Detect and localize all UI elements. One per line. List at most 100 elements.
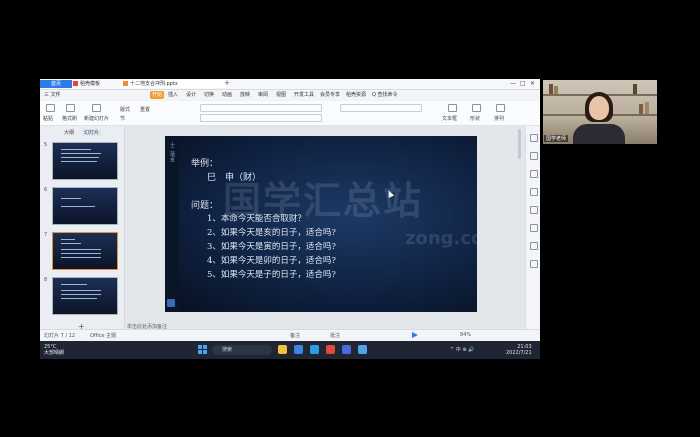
properties-icon[interactable] — [530, 134, 538, 142]
clock-date: 2022/7/21 — [506, 350, 532, 356]
slide-thumbnail[interactable] — [52, 277, 118, 315]
backup-icon[interactable] — [530, 224, 538, 232]
windows-start-icon[interactable] — [198, 345, 208, 355]
animation-pane-icon[interactable] — [530, 152, 538, 160]
format-painter-icon[interactable] — [66, 104, 75, 112]
slide-side-label: 十二地支 — [169, 142, 175, 162]
new-slide-button[interactable]: 新建幻灯片 — [84, 115, 109, 122]
menu-item-file[interactable]: 三 文件 — [44, 91, 61, 99]
ppt-file-icon — [123, 81, 128, 86]
theme-name: Office 主题 — [90, 333, 117, 339]
tab-outline[interactable]: 大纲 — [62, 129, 76, 136]
font-controls[interactable] — [200, 104, 322, 112]
vertical-scrollbar[interactable] — [518, 129, 521, 159]
help-icon[interactable] — [530, 260, 538, 268]
file-explorer-icon[interactable] — [278, 345, 287, 354]
thumb-number: 7 — [44, 232, 48, 238]
menu-item-insert[interactable]: 插入 — [168, 91, 178, 99]
slide-question-3: 3、如果今天是寅的日子，适合吗? — [207, 242, 336, 252]
slide-thumbnail-pane: 大纲 幻灯片 5 6 7 8 + — [40, 126, 125, 351]
play-slideshow-icon[interactable] — [412, 332, 418, 338]
menu-item-search[interactable]: Q 查找命令 — [372, 91, 398, 99]
slide-thumbnail[interactable] — [52, 142, 118, 180]
menu-item-animation[interactable]: 动画 — [222, 91, 232, 99]
tab-presentation-label: 十二地支合冲刑.pptx — [130, 81, 178, 87]
slide-thumbnail-selected[interactable] — [52, 232, 118, 270]
maximize-icon[interactable]: □ — [520, 80, 526, 87]
tab-docer-templates[interactable]: 稻壳模板 — [70, 80, 120, 88]
slide-corner-icon — [167, 299, 175, 307]
thumb-number: 8 — [44, 277, 48, 283]
comments-toggle-button[interactable]: 批注 — [330, 332, 340, 339]
title-tab-bar: 首页 稻壳模板 十二地支合冲刑.pptx + — □ ✕ — [40, 79, 540, 90]
share-icon[interactable] — [530, 242, 538, 250]
status-bar: 幻灯片 7 / 12 Office 主题 备注 批注 84% — [40, 329, 540, 341]
new-tab-button[interactable]: + — [224, 79, 230, 87]
right-tool-panel — [525, 126, 540, 351]
menu-item-developer[interactable]: 开发工具 — [294, 91, 314, 99]
paste-button[interactable]: 粘贴 — [43, 115, 53, 122]
menu-item-review[interactable]: 审阅 — [258, 91, 268, 99]
windows-taskbar: 25°C 大部晴朗 搜索 ^ 中 ⊕ 🔊 21:03 2022/7/21 — [40, 341, 540, 359]
paragraph-controls[interactable] — [200, 114, 322, 122]
slide-question-label: 问题： — [191, 201, 219, 211]
system-tray[interactable]: ^ 中 ⊕ 🔊 — [450, 346, 474, 353]
tab-docer-label: 稻壳模板 — [80, 81, 101, 87]
slide-question-1: 1、本命今天能否合取财？ — [207, 214, 306, 224]
menu-item-home[interactable]: 开始 — [150, 91, 165, 99]
template-icon[interactable] — [530, 206, 538, 214]
chat-app-icon[interactable] — [358, 345, 367, 354]
slide-question-4: 4、如果今天是卯的日子，适合吗? — [207, 256, 336, 266]
webcam-video-overlay: 国学老师 — [543, 80, 657, 144]
zoom-level[interactable]: 84% — [460, 332, 471, 338]
menu-item-view[interactable]: 视图 — [276, 91, 286, 99]
thumb-number: 5 — [44, 142, 48, 148]
wps-icon[interactable] — [326, 345, 335, 354]
menu-item-member[interactable]: 会员专享 — [320, 91, 340, 99]
reset-button[interactable]: 重置 — [140, 106, 150, 113]
shape-style-icon[interactable] — [530, 170, 538, 178]
arrange-button[interactable]: 排列 — [494, 115, 504, 122]
taskbar-search-box[interactable]: 搜索 — [212, 345, 272, 355]
shapes-button[interactable]: 形状 — [470, 115, 480, 122]
slide-counter: 幻灯片 7 / 12 — [44, 333, 75, 339]
watermark-url: zong.com — [405, 228, 477, 249]
menu-item-slideshow[interactable]: 放映 — [240, 91, 250, 99]
arrange-icon[interactable] — [496, 104, 505, 112]
new-slide-icon[interactable] — [92, 104, 101, 112]
text-box-icon[interactable] — [448, 104, 457, 112]
weather-desc: 大部晴朗 — [44, 350, 65, 356]
layout-button[interactable]: 版式 — [120, 106, 130, 113]
current-slide[interactable]: 十二地支 国学汇总站 zong.com 举例： 巳 申（财） 问题： 1、本命今… — [165, 136, 477, 312]
close-icon[interactable]: ✕ — [530, 80, 535, 87]
menu-item-transition[interactable]: 切换 — [204, 91, 214, 99]
presenter-face — [589, 96, 609, 120]
format-painter-button[interactable]: 格式刷 — [62, 115, 77, 122]
menu-item-design[interactable]: 设计 — [186, 91, 196, 99]
tab-presentation[interactable]: 十二地支合冲刑.pptx — [120, 80, 226, 88]
tab-slides[interactable]: 幻灯片 — [82, 129, 102, 136]
meeting-app-icon[interactable] — [342, 345, 351, 354]
menu-item-docer[interactable]: 稻壳资源 — [346, 91, 366, 99]
text-box-button[interactable]: 文本框 — [442, 115, 457, 122]
slide-question-2: 2、如果今天是亥的日子，适合吗? — [207, 228, 336, 238]
slide-example: 巳 申（财） — [207, 173, 262, 183]
weather-widget[interactable]: 25°C 大部晴朗 — [44, 344, 64, 356]
taskbar-clock[interactable]: 21:03 2022/7/21 — [506, 344, 532, 356]
edge-browser-icon[interactable] — [294, 345, 303, 354]
selection-pane-icon[interactable] — [530, 188, 538, 196]
ribbon-toolbar: 粘贴 格式刷 新建幻灯片 版式 节 重置 文本框 形状 排列 — [40, 101, 540, 126]
slide-thumbnail[interactable] — [52, 187, 118, 225]
minimize-icon[interactable]: — — [510, 80, 516, 87]
shapes-icon[interactable] — [472, 104, 481, 112]
webcam-name-label: 国学老师 — [544, 135, 569, 142]
store-icon[interactable] — [310, 345, 319, 354]
menu-bar: 三 文件 开始 插入 设计 切换 动画 放映 审阅 视图 开发工具 会员专享 稻… — [40, 90, 540, 100]
docer-icon — [73, 81, 78, 86]
alignment-controls[interactable] — [340, 104, 422, 112]
paste-icon[interactable] — [46, 104, 55, 112]
notes-toggle-button[interactable]: 备注 — [290, 332, 300, 339]
slide-heading: 举例： — [191, 159, 219, 169]
section-button[interactable]: 节 — [120, 115, 125, 122]
tab-home[interactable]: 首页 — [40, 80, 72, 88]
